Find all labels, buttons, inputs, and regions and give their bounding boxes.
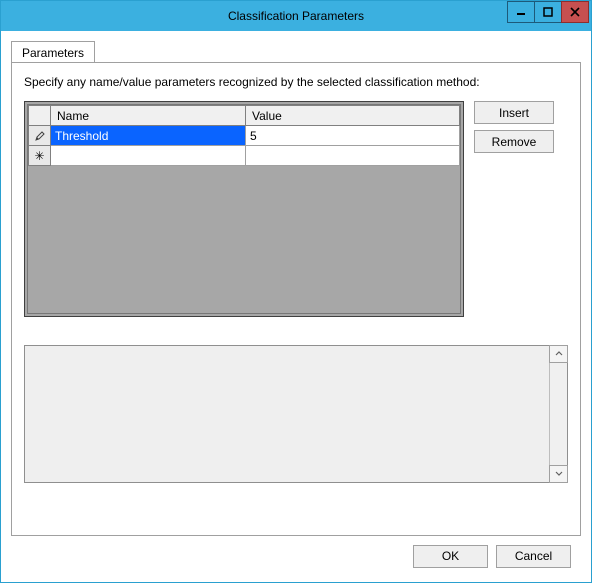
scroll-up-button[interactable] <box>549 345 568 363</box>
grid-table: Name Value Threshold <box>28 105 460 166</box>
grid-area: Name Value Threshold <box>24 101 568 317</box>
close-icon <box>570 7 580 17</box>
chevron-up-icon <box>555 350 563 358</box>
description-text: Specify any name/value parameters recogn… <box>24 75 568 89</box>
minimize-icon <box>516 7 526 17</box>
maximize-icon <box>543 7 553 17</box>
row-selector-edit[interactable] <box>29 126 51 146</box>
remove-button[interactable]: Remove <box>474 130 554 153</box>
cell-name[interactable]: Threshold <box>51 126 246 146</box>
minimize-button[interactable] <box>507 1 535 23</box>
cell-value[interactable] <box>246 146 460 166</box>
dialog-window: Classification Parameters Parameters Spe… <box>0 0 592 583</box>
pencil-icon <box>34 130 46 142</box>
value-input[interactable] <box>250 127 455 145</box>
parameters-grid[interactable]: Name Value Threshold <box>24 101 464 317</box>
close-button[interactable] <box>561 1 589 23</box>
output-textbox[interactable] <box>25 346 549 482</box>
row-selector-new[interactable]: ✳ <box>29 146 51 166</box>
tab-parameters-label: Parameters <box>22 46 84 60</box>
client-area: Parameters Specify any name/value parame… <box>1 31 591 582</box>
titlebar[interactable]: Classification Parameters <box>1 1 591 31</box>
cell-name[interactable] <box>51 146 246 166</box>
grid-header-selector[interactable] <box>29 106 51 126</box>
window-title: Classification Parameters <box>1 9 591 23</box>
tab-strip: Parameters <box>11 41 581 63</box>
scroll-down-button[interactable] <box>549 465 568 483</box>
maximize-button[interactable] <box>534 1 562 23</box>
asterisk-icon: ✳ <box>34 149 44 163</box>
grid-header-value[interactable]: Value <box>246 106 460 126</box>
tab-panel-parameters: Specify any name/value parameters recogn… <box>11 62 581 536</box>
insert-button[interactable]: Insert <box>474 101 554 124</box>
cell-value[interactable] <box>246 126 460 146</box>
ok-button[interactable]: OK <box>413 545 488 568</box>
cancel-button[interactable]: Cancel <box>496 545 571 568</box>
tab-parameters[interactable]: Parameters <box>11 41 95 63</box>
vertical-scrollbar[interactable] <box>549 346 567 482</box>
table-row[interactable]: ✳ <box>29 146 460 166</box>
dialog-footer: OK Cancel <box>11 536 581 576</box>
table-row[interactable]: Threshold <box>29 126 460 146</box>
chevron-down-icon <box>555 470 563 478</box>
output-textbox-wrapper <box>24 345 568 483</box>
grid-header-name[interactable]: Name <box>51 106 246 126</box>
side-button-column: Insert Remove <box>474 101 554 317</box>
window-controls <box>508 1 589 23</box>
